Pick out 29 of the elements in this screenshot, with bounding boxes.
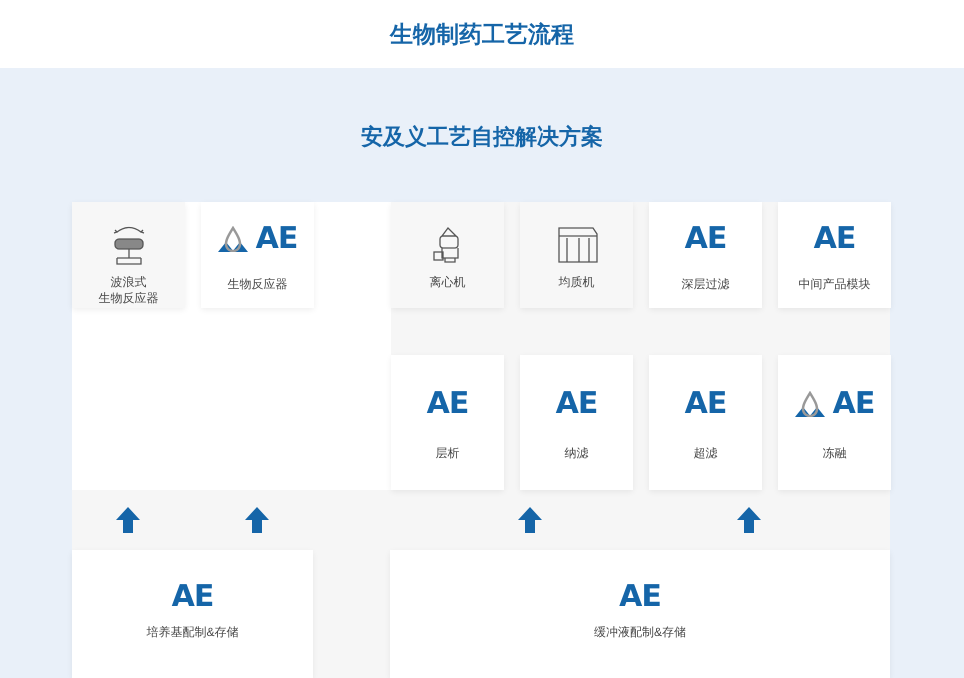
up-arrow-icon — [116, 507, 140, 533]
up-arrow-icon — [245, 507, 269, 533]
card-label: 波浪式 — [110, 274, 146, 290]
card-label: 冻融 — [822, 445, 846, 462]
card-label: 中间产品模块 — [798, 276, 870, 292]
brand-logo: AE — [172, 582, 214, 612]
page-title: 生物制药工艺流程 — [390, 20, 574, 49]
brand-logo: AE — [556, 389, 598, 419]
brand-logo: AE — [256, 224, 298, 254]
card-label: 超滤 — [694, 445, 718, 462]
brand-logo: AE — [684, 224, 726, 254]
brand-logo: AE — [619, 582, 661, 612]
card-label: 离心机 — [430, 274, 466, 290]
card-label: 均质机 — [558, 274, 594, 290]
brand-logo: AE — [684, 389, 726, 419]
bioreactor-icon — [112, 224, 146, 266]
up-arrow-icon — [737, 507, 761, 533]
section-title: 安及义工艺自控解决方案 — [361, 124, 603, 149]
card-label: 生物反应器 — [228, 276, 288, 292]
card-label: 缓冲液配制&存储 — [594, 624, 686, 640]
card-label: 深层过滤 — [682, 276, 730, 292]
card-label: 层析 — [436, 445, 460, 462]
card-label: 生物反应器 — [98, 290, 158, 306]
card-label: 纳滤 — [564, 445, 588, 462]
brand-logo: AE — [814, 224, 856, 254]
brand-logo: AE — [832, 389, 874, 419]
card-label: 培养基配制&存储 — [146, 624, 238, 640]
brand-logo: AE — [426, 389, 468, 419]
up-arrow-icon — [518, 507, 542, 533]
